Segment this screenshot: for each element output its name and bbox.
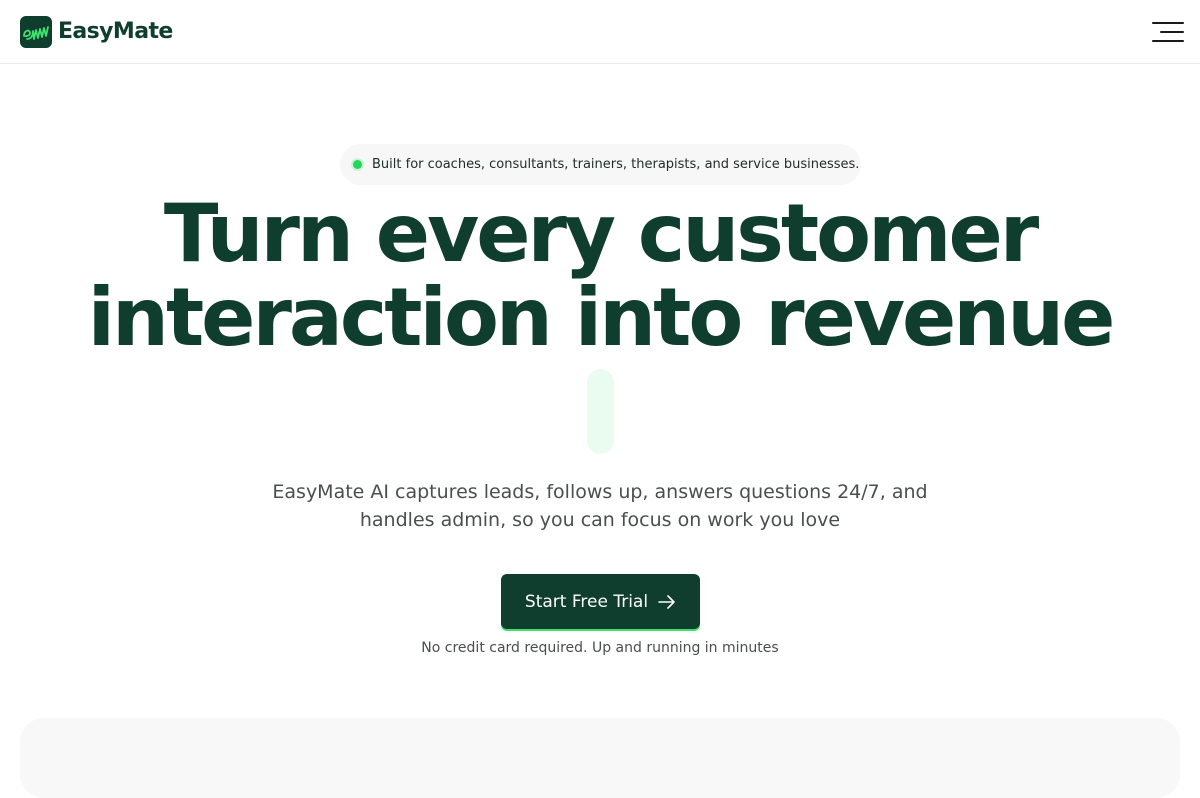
- brand-home-link[interactable]: EasyMate: [20, 15, 173, 48]
- audience-badge-text: Built for coaches, consultants, trainers…: [372, 157, 860, 172]
- start-free-trial-button[interactable]: Start Free Trial: [501, 574, 700, 629]
- arrow-right-icon: [658, 594, 676, 609]
- brand-name: EasyMate: [58, 19, 173, 44]
- product-preview-panel: [20, 718, 1180, 798]
- em-logo-icon: [20, 15, 52, 48]
- headline-line-1: Turn every customer: [163, 187, 1039, 280]
- subtext-line-1: EasyMate AI captures leads, follows up, …: [272, 481, 928, 503]
- no-credit-card-note: No credit card required. Up and running …: [421, 640, 779, 656]
- hero-subtext: EasyMate AI captures leads, follows up, …: [250, 478, 950, 534]
- headline-line-2: interaction into revenue: [87, 271, 1116, 364]
- status-dot-icon: [353, 160, 362, 169]
- hero-headline: Turn every customer interaction into rev…: [0, 192, 1200, 360]
- site-header: EasyMate: [0, 0, 1200, 64]
- decorative-pill: [587, 369, 614, 454]
- subtext-line-2: handles admin, so you can focus on work …: [359, 509, 841, 531]
- cta-label: Start Free Trial: [524, 591, 649, 612]
- audience-badge: Built for coaches, consultants, trainers…: [340, 144, 861, 185]
- hamburger-menu-icon[interactable]: [1148, 18, 1184, 46]
